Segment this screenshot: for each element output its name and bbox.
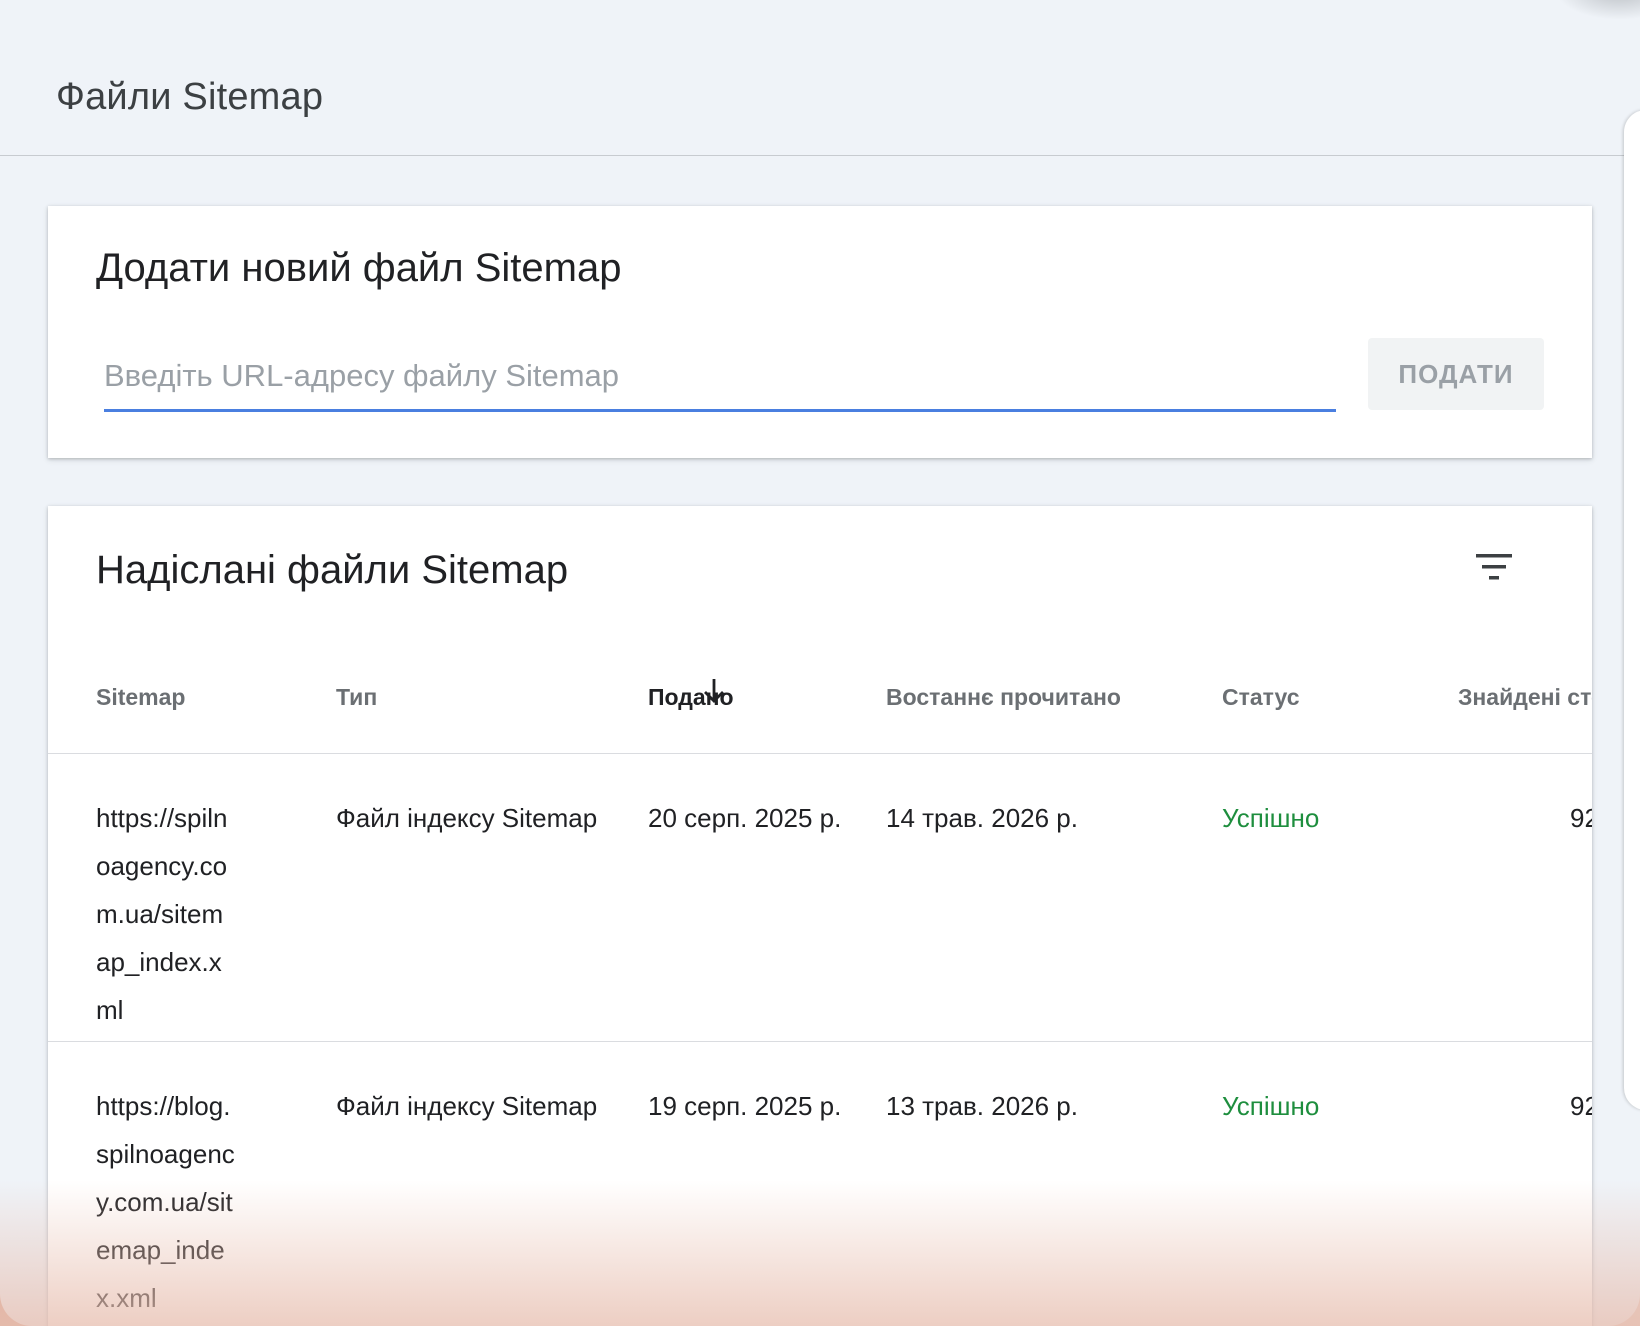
page-title: Файли Sitemap — [56, 76, 324, 118]
cell-type: Файл індексу Sitemap — [336, 803, 598, 833]
column-header-last-read[interactable]: Востаннє прочитано — [886, 684, 1121, 711]
cell-type: Файл індексу Sitemap — [336, 1091, 598, 1121]
cell-sitemap-url: https://blog.spilnoagency.com.ua/sitemap… — [96, 1091, 235, 1313]
cell-last-read: 13 трав. 2026 р. — [886, 1091, 1078, 1121]
cell-pages-found: 92 — [1570, 1091, 1592, 1121]
submit-button[interactable]: ПОДАТИ — [1368, 338, 1544, 410]
cell-submitted: 19 серп. 2025 р. — [648, 1091, 842, 1121]
table-row[interactable]: https://blog.spilnoagency.com.ua/sitemap… — [48, 1042, 1592, 1326]
submitted-sitemaps-title: Надіслані файли Sitemap — [96, 548, 569, 592]
table-header-row: Sitemap Тип Подано Востаннє прочитано Ст… — [48, 646, 1592, 754]
arrow-down-icon[interactable] — [700, 676, 728, 706]
add-sitemap-card: Додати новий файл Sitemap ПОДАТИ — [48, 206, 1592, 458]
page-header: Файли Sitemap — [0, 0, 1624, 156]
column-header-status[interactable]: Статус — [1222, 684, 1300, 711]
column-header-pages-found[interactable]: Знайдені сторінки — [1458, 684, 1592, 711]
filter-icon[interactable] — [1472, 548, 1516, 588]
cell-submitted: 20 серп. 2025 р. — [648, 803, 842, 833]
cell-status: Успішно — [1222, 803, 1320, 833]
submitted-sitemaps-card: Надіслані файли Sitemap Sitemap Тип Пода… — [48, 506, 1592, 1326]
cell-pages-found: 92 — [1570, 803, 1592, 833]
sitemap-url-field — [104, 346, 1336, 412]
add-sitemap-title: Додати новий файл Sitemap — [96, 246, 622, 290]
column-header-type[interactable]: Тип — [336, 684, 377, 711]
side-panel-edge — [1624, 110, 1640, 1110]
cell-status: Успішно — [1222, 1091, 1320, 1121]
cell-sitemap-url: https://spilnoagency.com.ua/sitemap_inde… — [96, 803, 228, 1025]
column-header-sitemap[interactable]: Sitemap — [96, 684, 185, 711]
search-console-window: Файли Sitemap Додати новий файл Sitemap … — [0, 0, 1640, 1326]
sitemap-url-input[interactable] — [104, 346, 1336, 406]
cell-last-read: 14 трав. 2026 р. — [886, 803, 1078, 833]
sitemaps-table: Sitemap Тип Подано Востаннє прочитано Ст… — [48, 646, 1592, 1326]
table-row[interactable]: https://spilnoagency.com.ua/sitemap_inde… — [48, 754, 1592, 1042]
